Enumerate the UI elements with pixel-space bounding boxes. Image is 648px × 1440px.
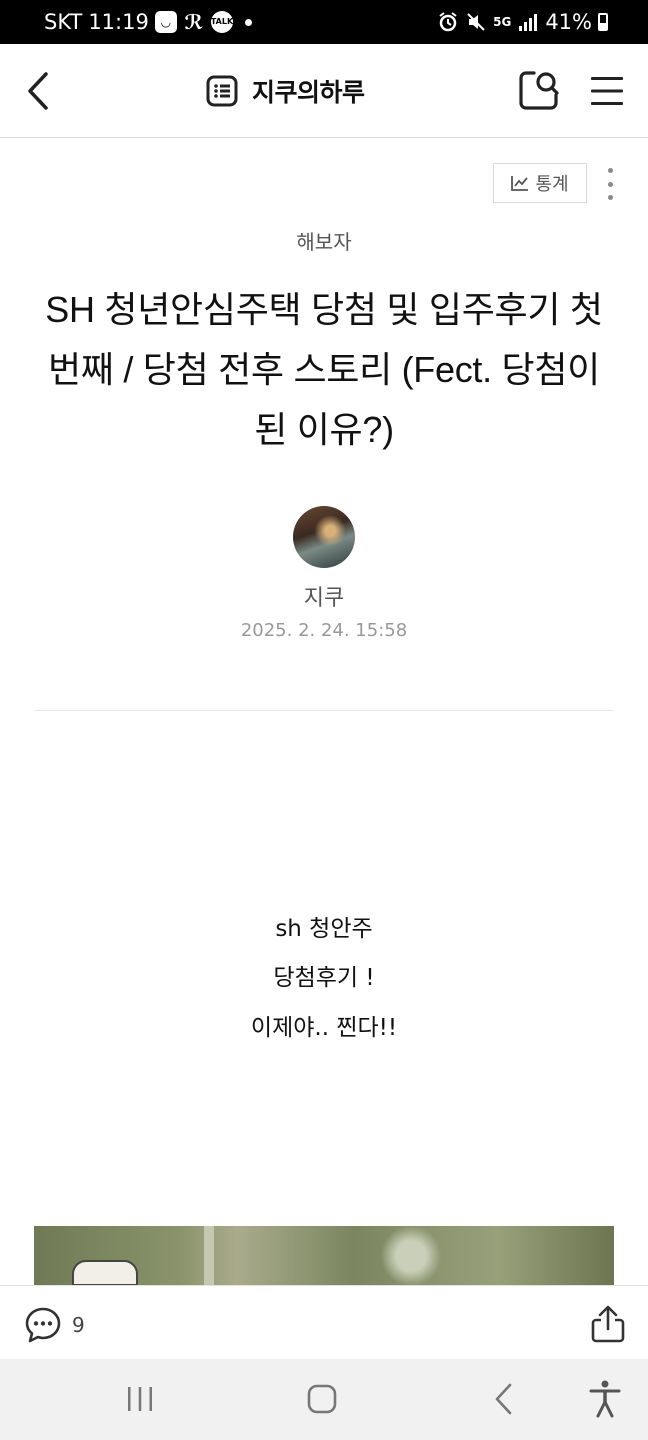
smile-icon: ◡ (154, 11, 177, 33)
menu-icon[interactable] (588, 74, 626, 108)
author-name[interactable]: 지쿠 (0, 580, 648, 612)
mute-icon (467, 13, 485, 31)
post-date: 2025. 2. 24. 15:58 (240, 620, 408, 641)
more-options-icon[interactable] (600, 166, 620, 202)
photo-sticker (72, 1260, 138, 1286)
back-icon[interactable] (20, 68, 60, 114)
body-line-3: 이제야.. 찐다!! (250, 1015, 398, 1041)
battery-icon (598, 13, 608, 31)
share-icon[interactable] (588, 1304, 628, 1344)
comment-count: 9 (72, 1313, 85, 1337)
photo-detail (204, 1226, 214, 1286)
accessibility-icon[interactable] (588, 1379, 622, 1419)
alarm-icon (439, 12, 457, 32)
bottom-action-bar: 9 (0, 1285, 648, 1360)
carrier-label: SKT (44, 10, 83, 34)
comment-button[interactable]: 9 (24, 1305, 85, 1345)
status-bar: SKT 11:19 ◡ ℛ TALK 5G 41% (0, 0, 648, 44)
system-nav-bar (0, 1359, 648, 1440)
notification-dot-icon (244, 18, 252, 26)
clock: 11:19 (88, 10, 149, 34)
list-icon (206, 75, 238, 107)
recents-icon[interactable] (124, 1385, 156, 1413)
nav-back-icon[interactable] (490, 1381, 518, 1417)
battery-percent: 41% (545, 10, 592, 34)
chart-icon (511, 176, 529, 191)
divider (34, 710, 614, 711)
post-category[interactable]: 해보자 (0, 226, 648, 255)
home-icon[interactable] (306, 1383, 338, 1415)
comment-icon (25, 1307, 61, 1343)
app-header: 지쿠의하루 (0, 44, 648, 138)
blog-title-group[interactable]: 지쿠의하루 (206, 71, 365, 111)
stats-button[interactable]: 통계 (493, 163, 587, 203)
r-icon: ℛ (184, 10, 204, 34)
body-line-1: sh 청안주 (275, 916, 373, 942)
post-title: SH 청년안심주택 당첨 및 입주후기 첫번째 / 당첨 전후 스토리 (Fec… (45, 289, 603, 450)
search-icon[interactable] (518, 69, 560, 111)
network-label: 5G (493, 15, 512, 29)
blog-title: 지쿠의하루 (252, 78, 365, 107)
post-photo[interactable] (34, 1226, 614, 1286)
author-avatar[interactable] (293, 506, 355, 568)
stats-label: 통계 (535, 174, 569, 195)
talk-icon: TALK (210, 11, 233, 33)
body-line-2: 당첨후기 ! (273, 965, 375, 991)
signal-icon (519, 14, 538, 31)
